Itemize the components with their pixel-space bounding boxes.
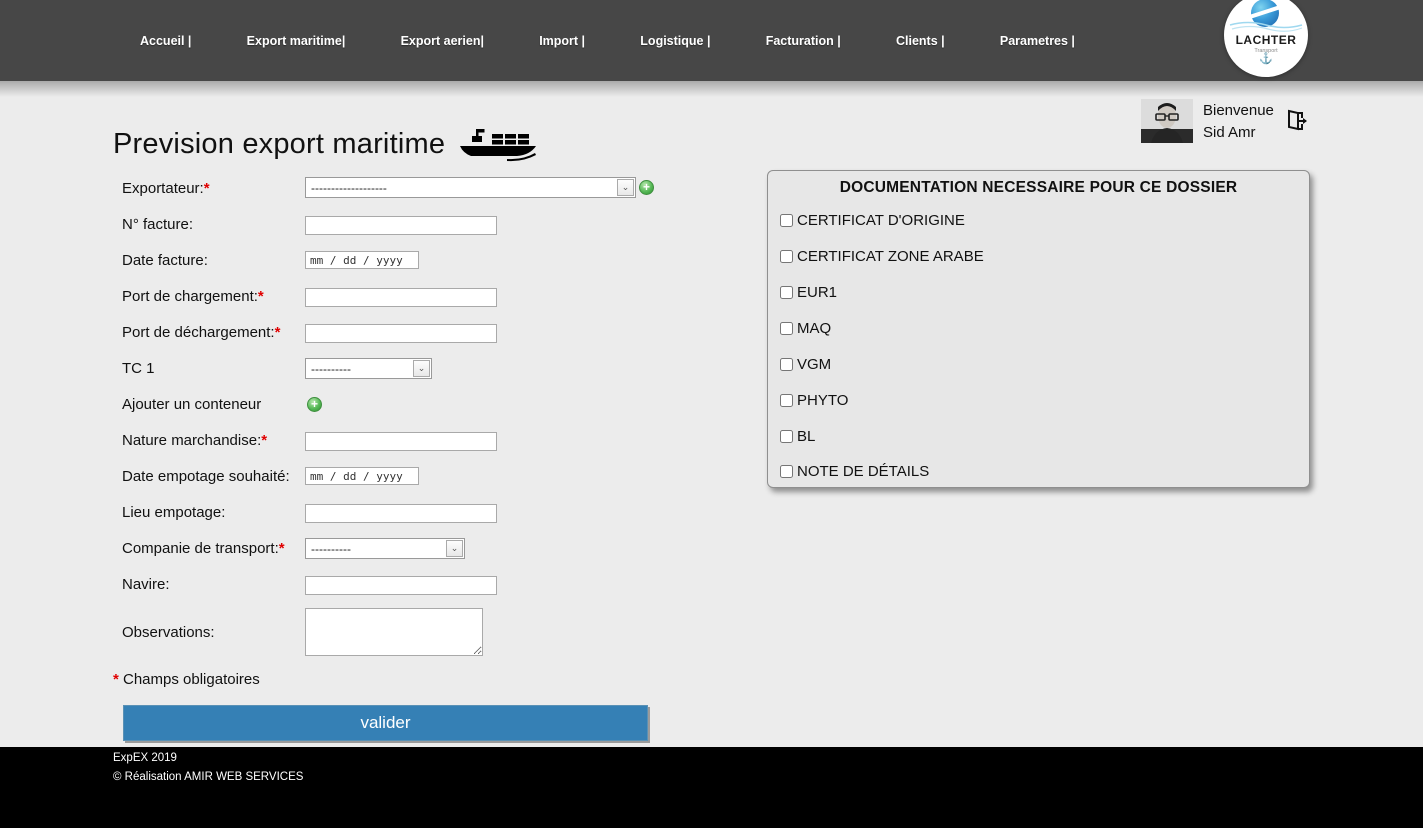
- navire-input[interactable]: [305, 576, 497, 595]
- note-details-checkbox[interactable]: [780, 465, 793, 478]
- label-port-chargement: Port de chargement:*: [122, 288, 264, 305]
- required-marker: *: [258, 288, 264, 305]
- required-marker: *: [261, 432, 267, 449]
- label-tc1: TC 1: [122, 360, 155, 377]
- label-ajouter-conteneur: Ajouter un conteneur: [122, 396, 261, 413]
- doc-item-maq: MAQ: [780, 320, 831, 337]
- footer-copyright: © Réalisation AMIR WEB SERVICES: [113, 771, 303, 783]
- label-observations: Observations:: [122, 624, 215, 641]
- valider-button[interactable]: valider: [123, 705, 648, 741]
- logout-icon[interactable]: [1284, 108, 1308, 132]
- label-date-empotage: Date empotage souhaité:: [122, 468, 290, 485]
- add-exportateur-button[interactable]: +: [639, 180, 654, 195]
- lieu-empotage-input[interactable]: [305, 504, 497, 523]
- label-port-dechargement: Port de déchargement:*: [122, 324, 280, 341]
- nav-menu: Accueil | Export maritime| Export aerien…: [140, 0, 1075, 81]
- certificat-zone-arabe-checkbox[interactable]: [780, 250, 793, 263]
- tc1-select[interactable]: ---------- ⌄: [305, 358, 432, 379]
- label-navire: Navire:: [122, 576, 170, 593]
- welcome-text: Bienvenue: [1203, 99, 1274, 121]
- nav-item-accueil[interactable]: Accueil |: [140, 34, 191, 48]
- nature-marchandise-input[interactable]: [305, 432, 497, 451]
- exportateur-select[interactable]: ------------------- ⌄: [305, 177, 636, 198]
- doc-item-vgm: VGM: [780, 356, 831, 373]
- anchor-icon: ⚓: [1224, 52, 1308, 65]
- username-text: Sid Amr: [1203, 121, 1274, 143]
- label-num-facture: N° facture:: [122, 216, 193, 233]
- nav-item-facturation[interactable]: Facturation |: [766, 34, 841, 48]
- label-lieu-empotage: Lieu empotage:: [122, 504, 225, 521]
- label-exportateur: Exportateur:*: [122, 180, 210, 197]
- footer: ExpEX 2019 © Réalisation AMIR WEB SERVIC…: [0, 747, 1423, 828]
- doc-item-note-details: NOTE DE DÉTAILS: [780, 463, 929, 480]
- page-title: Prevision export maritime: [113, 128, 445, 161]
- nav-item-export-maritime[interactable]: Export maritime|: [247, 34, 346, 48]
- doc-item-certificat-zone-arabe: CERTIFICAT ZONE ARABE: [780, 248, 984, 265]
- required-marker: *: [275, 324, 281, 341]
- companie-transport-select[interactable]: ---------- ⌄: [305, 538, 465, 559]
- label-date-facture: Date facture:: [122, 252, 208, 269]
- doc-item-certificat-origine: CERTIFICAT D'ORIGINE: [780, 212, 965, 229]
- doc-item-bl: BL: [780, 428, 815, 445]
- user-avatar: [1141, 99, 1193, 143]
- num-facture-input[interactable]: [305, 216, 497, 235]
- welcome-block: Bienvenue Sid Amr: [1141, 99, 1274, 143]
- date-empotage-input[interactable]: mm / dd / yyyy: [305, 467, 419, 485]
- doc-item-phyto: PHYTO: [780, 392, 848, 409]
- bl-checkbox[interactable]: [780, 430, 793, 443]
- nav-item-export-aerien[interactable]: Export aerien|: [401, 34, 484, 48]
- chevron-down-icon[interactable]: ⌄: [413, 360, 430, 377]
- maq-checkbox[interactable]: [780, 322, 793, 335]
- nav-item-clients[interactable]: Clients |: [896, 34, 945, 48]
- add-conteneur-button[interactable]: +: [307, 397, 322, 412]
- chevron-down-icon[interactable]: ⌄: [617, 179, 634, 196]
- phyto-checkbox[interactable]: [780, 394, 793, 407]
- footer-app-version: ExpEX 2019: [113, 752, 177, 764]
- label-nature-marchandise: Nature marchandise:*: [122, 432, 267, 449]
- nav-item-import[interactable]: Import |: [539, 34, 585, 48]
- logo-name: LACHTER: [1224, 33, 1308, 47]
- label-companie-transport: Companie de transport:*: [122, 540, 285, 557]
- required-marker: *: [279, 540, 285, 557]
- date-facture-input[interactable]: mm / dd / yyyy: [305, 251, 419, 269]
- top-navbar: Accueil | Export maritime| Export aerien…: [0, 0, 1423, 81]
- cargo-ship-icon: [459, 128, 537, 166]
- documentation-title: DOCUMENTATION NECESSAIRE POUR CE DOSSIER: [768, 179, 1309, 197]
- nav-item-parametres[interactable]: Parametres |: [1000, 34, 1075, 48]
- certificat-origine-checkbox[interactable]: [780, 214, 793, 227]
- port-dechargement-input[interactable]: [305, 324, 497, 343]
- port-chargement-input[interactable]: [305, 288, 497, 307]
- documentation-panel: DOCUMENTATION NECESSAIRE POUR CE DOSSIER…: [767, 170, 1310, 488]
- navbar-shadow: [0, 81, 1423, 97]
- vgm-checkbox[interactable]: [780, 358, 793, 371]
- eur1-checkbox[interactable]: [780, 286, 793, 299]
- chevron-down-icon[interactable]: ⌄: [446, 540, 463, 557]
- waves-icon: [1228, 19, 1304, 33]
- required-fields-note: * Champs obligatoires: [113, 671, 260, 688]
- doc-item-eur1: EUR1: [780, 284, 837, 301]
- observations-textarea[interactable]: [305, 608, 483, 656]
- required-marker: *: [204, 180, 210, 197]
- nav-item-logistique[interactable]: Logistique |: [640, 34, 710, 48]
